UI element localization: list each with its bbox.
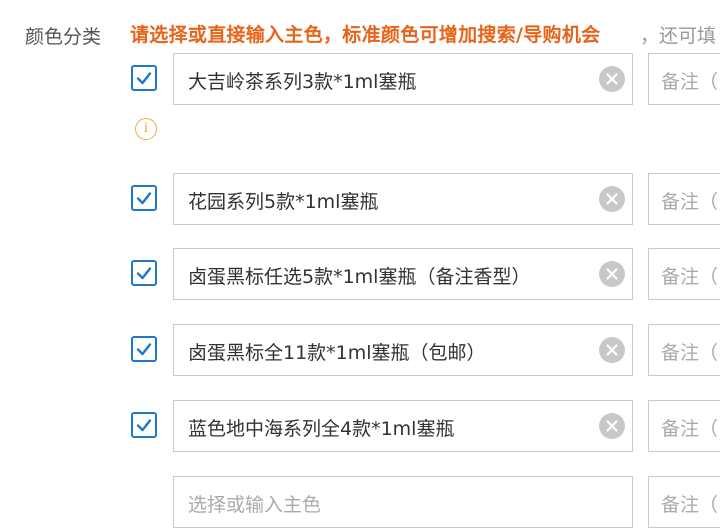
- color-checkbox[interactable]: [131, 336, 157, 362]
- color-checkbox[interactable]: [131, 65, 157, 91]
- color-checkbox[interactable]: [131, 412, 157, 438]
- color-input-value: 大吉岭茶系列3款*1ml塞瓶: [188, 71, 417, 93]
- color-row: 蓝色地中海系列全4款*1ml塞瓶 备注（: [0, 400, 720, 454]
- clear-icon[interactable]: [599, 66, 625, 92]
- note-input-placeholder: 备注（: [661, 71, 719, 93]
- color-checkbox[interactable]: [131, 260, 157, 286]
- note-input-placeholder: 备注（: [661, 191, 719, 213]
- check-icon: [136, 192, 152, 205]
- new-color-input[interactable]: 选择或输入主色: [173, 476, 633, 528]
- color-input-value: 卤蛋黑标全11款*1ml塞瓶（包邮）: [188, 342, 486, 364]
- note-input[interactable]: 备注（: [648, 400, 720, 452]
- color-row: 花园系列5款*1ml塞瓶 备注（: [0, 173, 720, 227]
- note-input[interactable]: 备注（: [648, 324, 720, 376]
- clear-icon[interactable]: [599, 413, 625, 439]
- color-input[interactable]: 卤蛋黑标任选5款*1ml塞瓶（备注香型）: [173, 248, 633, 300]
- note-input[interactable]: 备注（: [648, 248, 720, 300]
- note-input-placeholder: 备注（: [661, 418, 719, 440]
- color-input-value: 卤蛋黑标任选5款*1ml塞瓶（备注香型）: [188, 266, 531, 288]
- clear-icon[interactable]: [599, 261, 625, 287]
- new-color-input-placeholder: 选择或输入主色: [188, 494, 322, 516]
- note-input-placeholder: 备注（: [661, 266, 719, 288]
- new-color-row: 选择或输入主色 备注（: [0, 476, 720, 530]
- info-icon[interactable]: i: [135, 118, 157, 140]
- hint-text: 请选择或直接输入主色，标准颜色可增加搜索/导购机会: [130, 24, 601, 46]
- note-input[interactable]: 备注（: [648, 476, 720, 528]
- color-row: 大吉岭茶系列3款*1ml塞瓶 备注（: [0, 53, 720, 107]
- clear-icon[interactable]: [599, 186, 625, 212]
- color-row: 卤蛋黑标全11款*1ml塞瓶（包邮） 备注（: [0, 324, 720, 378]
- color-input[interactable]: 卤蛋黑标全11款*1ml塞瓶（包邮）: [173, 324, 633, 376]
- color-row: 卤蛋黑标任选5款*1ml塞瓶（备注香型） 备注（: [0, 248, 720, 302]
- color-input[interactable]: 大吉岭茶系列3款*1ml塞瓶: [173, 53, 633, 105]
- color-input-value: 蓝色地中海系列全4款*1ml塞瓶: [188, 418, 455, 440]
- color-input[interactable]: 蓝色地中海系列全4款*1ml塞瓶: [173, 400, 633, 452]
- note-input-placeholder: 备注（: [661, 494, 719, 516]
- check-icon: [136, 72, 152, 85]
- note-input-placeholder: 备注（: [661, 342, 719, 364]
- note-input[interactable]: 备注（: [648, 53, 720, 105]
- check-icon: [136, 343, 152, 356]
- color-input[interactable]: 花园系列5款*1ml塞瓶: [173, 173, 633, 225]
- note-input[interactable]: 备注（: [648, 173, 720, 225]
- color-checkbox[interactable]: [131, 185, 157, 211]
- hint-text-extra: ，还可填: [640, 25, 717, 47]
- field-label: 颜色分类: [25, 26, 102, 48]
- check-icon: [136, 419, 152, 432]
- check-icon: [136, 267, 152, 280]
- clear-icon[interactable]: [599, 337, 625, 363]
- color-input-value: 花园系列5款*1ml塞瓶: [188, 191, 379, 213]
